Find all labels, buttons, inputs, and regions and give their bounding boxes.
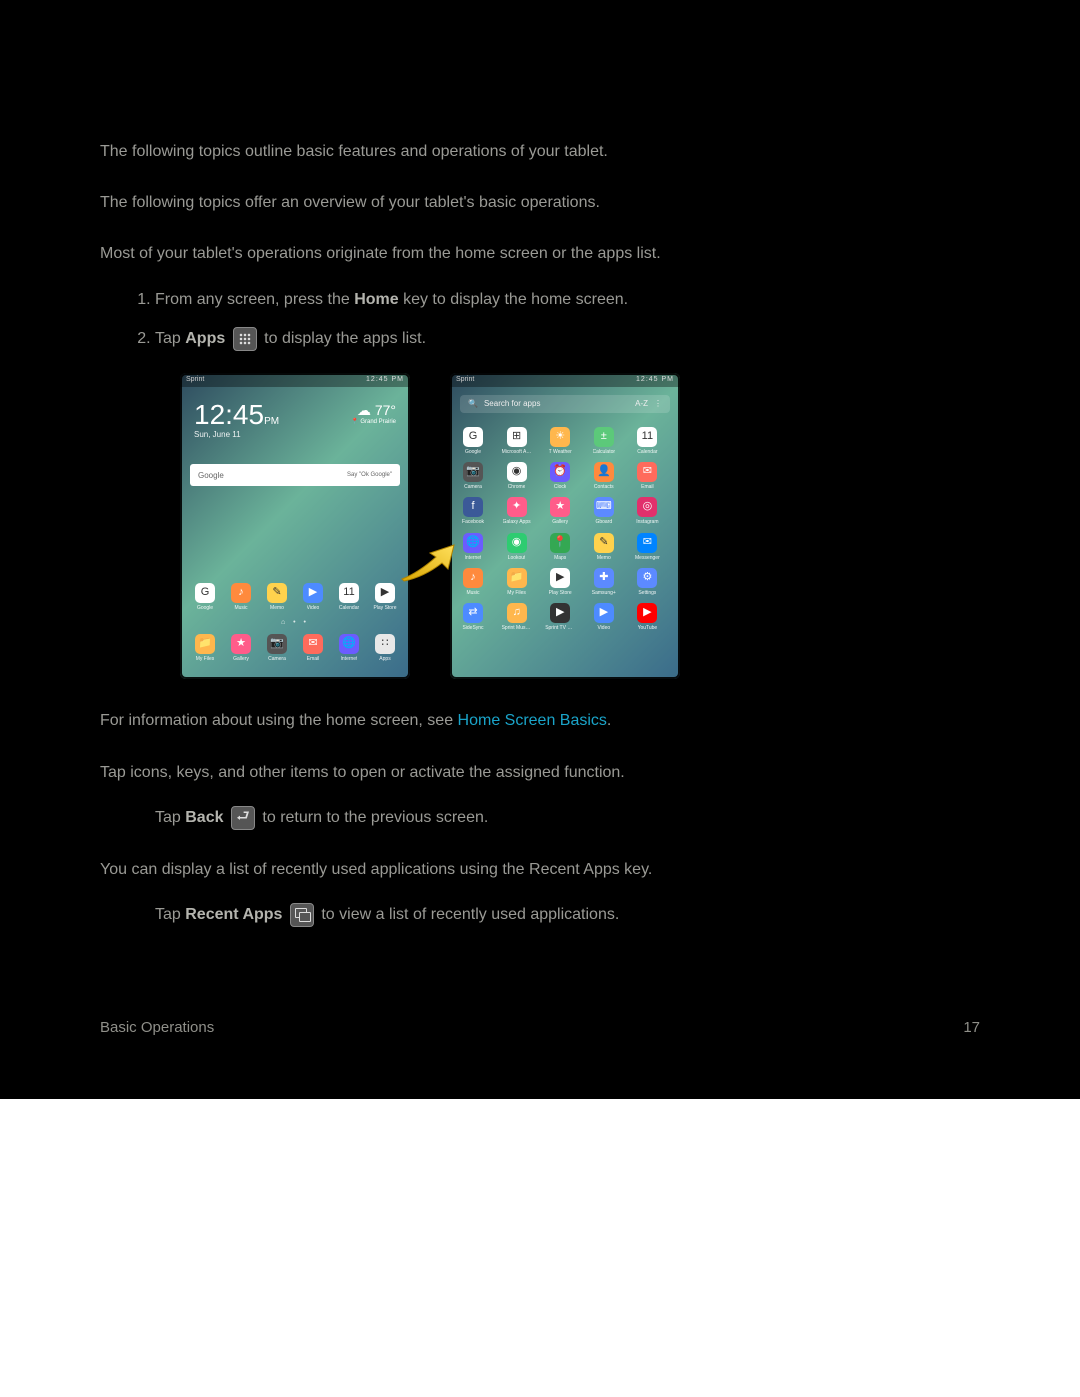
apps-icon — [233, 327, 257, 351]
recent-apps-icon — [290, 903, 314, 927]
app-icon[interactable]: ◉Chrome — [502, 462, 532, 491]
app-icon[interactable]: ✉Email — [298, 634, 328, 663]
app-icon[interactable]: ◎Instagram — [632, 497, 662, 526]
app-icon[interactable]: ±Calculator — [589, 427, 619, 456]
app-icon[interactable]: ▶YouTube — [632, 603, 662, 632]
footer-section: Basic Operations — [100, 1017, 214, 1039]
step-1: From any screen, press the Home key to d… — [155, 288, 980, 311]
app-icon[interactable]: ★Gallery — [226, 634, 256, 663]
clock-widget: 12:45PM — [194, 401, 279, 429]
status-carrier: Sprint — [186, 375, 204, 385]
recent-apps-label: Recent Apps — [185, 906, 282, 923]
back-label: Back — [185, 809, 223, 826]
app-icon[interactable]: ✎Memo — [262, 583, 292, 612]
app-icon[interactable]: GGoogle — [190, 583, 220, 612]
app-icon[interactable]: ♪Music — [458, 568, 488, 597]
app-icon[interactable]: ✚Samsung+ — [589, 568, 619, 597]
recent-intro: You can display a list of recently used … — [100, 858, 980, 881]
weather-widget: ☁ 77° 📍 Grand Prairie — [351, 401, 396, 441]
app-icon[interactable]: fFacebook — [458, 497, 488, 526]
app-icon[interactable]: ♫Sprint Music Plus — [502, 603, 532, 632]
app-icon[interactable]: 🌐Internet — [334, 634, 364, 663]
app-icon[interactable]: ✎Memo — [589, 533, 619, 562]
app-icon[interactable]: ▶Play Store — [545, 568, 575, 597]
app-icon[interactable]: 👤Contacts — [589, 462, 619, 491]
app-icon[interactable]: ⇄SideSync — [458, 603, 488, 632]
app-icon[interactable]: ✉Email — [632, 462, 662, 491]
app-icon[interactable]: ♪Music — [226, 583, 256, 612]
back-icon — [231, 806, 255, 830]
screenshot-apps: Sprint 12:45 PM 🔍Search for apps A-Z ⋮ G… — [450, 373, 680, 680]
app-icon[interactable]: GGoogle — [458, 427, 488, 456]
page-indicator: ⌂ • • — [180, 618, 410, 628]
app-icon[interactable]: ✦Galaxy Apps — [502, 497, 532, 526]
homescreen-intro: Most of your tablet's operations origina… — [100, 242, 980, 265]
app-icon[interactable]: ▶Video — [298, 583, 328, 612]
app-icon[interactable]: ⚙Settings — [632, 568, 662, 597]
app-icon[interactable]: 📁My Files — [190, 634, 220, 663]
step-2: Tap Apps to display the apps list. — [155, 327, 980, 351]
app-icon[interactable]: ▶Sprint TV & Movies — [545, 603, 575, 632]
recent-bullet: Tap Recent Apps to view a list of recent… — [155, 903, 980, 927]
app-icon[interactable]: ▶Play Store — [370, 583, 400, 612]
home-screen-link-line: For information about using the home scr… — [100, 709, 980, 732]
screenshot-pair: Sprint 12:45 PM 12:45PM Sun, June 11 ☁ 7… — [180, 373, 980, 680]
app-icon[interactable]: 🌐Internet — [458, 533, 488, 562]
screenshot-home: Sprint 12:45 PM 12:45PM Sun, June 11 ☁ 7… — [180, 373, 410, 680]
app-icon[interactable]: 📍Maps — [545, 533, 575, 562]
app-icon[interactable]: ⊞Microsoft Apps — [502, 427, 532, 456]
back-bullet: Tap Back to return to the previous scree… — [155, 806, 980, 830]
basics-intro: The following topics offer an overview o… — [100, 191, 980, 214]
app-icon[interactable]: ◉Lookout — [502, 533, 532, 562]
home-key-label: Home — [354, 291, 398, 308]
status-time: 12:45 PM — [366, 375, 404, 385]
app-icon[interactable]: ★Gallery — [545, 497, 575, 526]
app-icon[interactable]: 📁My Files — [502, 568, 532, 597]
app-icon[interactable]: ⌨Gboard — [589, 497, 619, 526]
app-icon[interactable]: ∷Apps — [370, 634, 400, 663]
app-icon[interactable]: 11Calendar — [334, 583, 364, 612]
app-icon[interactable]: ✉Messenger — [632, 533, 662, 562]
steps-list: From any screen, press the Home key to d… — [100, 288, 980, 351]
date-widget: Sun, June 11 — [194, 429, 279, 441]
app-icon[interactable]: ☀T Weather — [545, 427, 575, 456]
app-icon[interactable]: ⏰Clock — [545, 462, 575, 491]
google-search-bar[interactable]: Google Say "Ok Google" — [190, 464, 400, 486]
intro-text: The following topics outline basic featu… — [100, 140, 980, 163]
apps-search-bar[interactable]: 🔍Search for apps A-Z ⋮ — [460, 395, 670, 413]
select-intro: Tap icons, keys, and other items to open… — [100, 761, 980, 784]
app-icon[interactable]: ▶Video — [589, 603, 619, 632]
app-icon[interactable]: 📷Camera — [262, 634, 292, 663]
app-icon[interactable]: 11Calendar — [632, 427, 662, 456]
apps-label: Apps — [185, 330, 225, 347]
home-screen-basics-link[interactable]: Home Screen Basics — [458, 712, 607, 729]
app-icon[interactable]: 📷Camera — [458, 462, 488, 491]
footer-page-number: 17 — [963, 1017, 980, 1039]
